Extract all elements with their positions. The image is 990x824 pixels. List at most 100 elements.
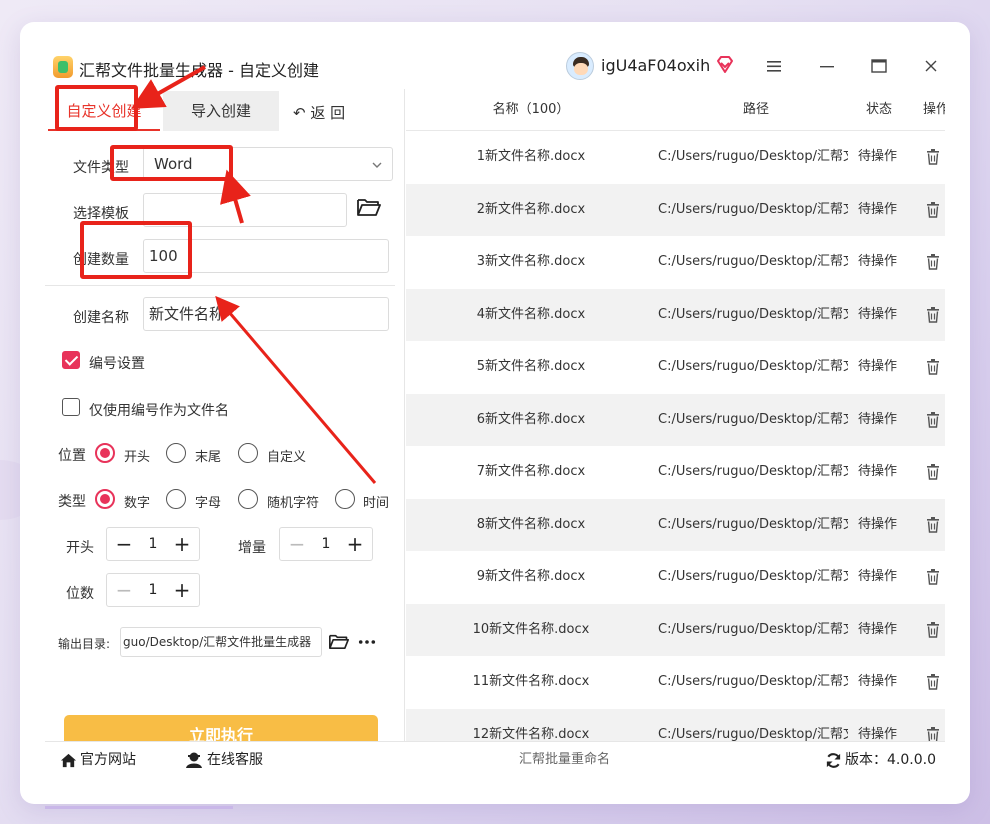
file-path-cell: C:/Users/ruguo/Desktop/汇帮文 [658, 411, 848, 427]
col-status-header[interactable]: 状态 [856, 89, 902, 131]
bottom-accent-bar [45, 806, 233, 809]
start-plus-button[interactable]: + [167, 528, 197, 560]
tab-import-create[interactable]: 导入创建 [163, 91, 279, 131]
type-radio-letter[interactable] [166, 489, 186, 509]
avatar-icon[interactable] [566, 52, 594, 80]
digits-value[interactable]: 1 [137, 574, 169, 606]
version-label: 版本：4.0.0.0 [845, 752, 936, 768]
window-title: 汇帮文件批量生成器 - 自定义创建 [79, 61, 319, 80]
start-minus-button[interactable]: − [109, 528, 139, 560]
file-name-cell: 7新文件名称.docx [476, 464, 586, 479]
table-row[interactable]: 4新文件名称.docx C:/Users/ruguo/Desktop/汇帮文 待操作 [406, 288, 945, 341]
support-icon[interactable] [185, 751, 203, 769]
col-action-header[interactable]: 操作 [916, 89, 945, 131]
file-path-cell: C:/Users/ruguo/Desktop/汇帮文 [658, 201, 848, 217]
start-value[interactable]: 1 [137, 528, 169, 560]
table-row[interactable]: 12新文件名称.docx C:/Users/ruguo/Desktop/汇帮文 待操… [406, 708, 945, 742]
file-path-cell: C:/Users/ruguo/Desktop/汇帮文 [658, 149, 848, 164]
type-radio-time[interactable] [335, 489, 355, 509]
digits-stepper[interactable]: − 1 + [106, 573, 200, 607]
digits-label: 位数 [66, 586, 94, 602]
trash-icon[interactable] [926, 516, 940, 533]
file-path-cell: C:/Users/ruguo/Desktop/汇帮文 [658, 726, 848, 742]
type-option-time: 时间 [363, 496, 390, 511]
trash-icon[interactable] [926, 254, 940, 270]
status-cell: 待操作 [858, 254, 898, 269]
trash-icon[interactable] [926, 674, 940, 690]
menu-icon[interactable] [765, 57, 783, 75]
website-link[interactable]: 官方网站 [80, 742, 136, 777]
output-label: 输出目录: [58, 637, 111, 651]
file-path-cell: C:/Users/ruguo/Desktop/汇帮文 [658, 674, 848, 689]
file-path-cell: C:/Users/ruguo/Desktop/汇帮文 [658, 516, 848, 532]
table-header: 名称（100） 路径 状态 操作 [406, 89, 945, 131]
support-link[interactable]: 在线客服 [207, 742, 263, 777]
annotation-box-filetype [110, 145, 233, 181]
table-row[interactable]: 9新文件名称.docx C:/Users/ruguo/Desktop/汇帮文 待操作 [406, 551, 945, 603]
settings-panel: 自定义创建 导入创建 ↶ 返 回 文件类型 Word 选择模板 创建数量 100… [45, 89, 405, 757]
type-radio-random[interactable] [238, 489, 258, 509]
start-label: 开头 [66, 540, 94, 556]
vip-diamond-icon[interactable] [715, 55, 735, 75]
start-stepper[interactable]: − 1 + [106, 527, 200, 561]
table-row[interactable]: 8新文件名称.docx C:/Users/ruguo/Desktop/汇帮文 待操作 [406, 498, 945, 551]
table-row[interactable]: 11新文件名称.docx C:/Users/ruguo/Desktop/汇帮文 待操… [406, 656, 945, 708]
increment-minus-button[interactable]: − [282, 528, 312, 560]
status-cell: 待操作 [858, 621, 898, 637]
status-cell: 待操作 [858, 411, 898, 427]
status-cell: 待操作 [858, 569, 898, 584]
file-name-cell: 5新文件名称.docx [476, 359, 586, 374]
table-row[interactable]: 6新文件名称.docx C:/Users/ruguo/Desktop/汇帮文 待操作 [406, 393, 945, 446]
more-icon[interactable] [358, 639, 376, 645]
increment-stepper[interactable]: − 1 + [279, 527, 373, 561]
folder-icon[interactable] [357, 197, 381, 217]
home-icon[interactable] [60, 752, 77, 769]
table-row[interactable]: 7新文件名称.docx C:/Users/ruguo/Desktop/汇帮文 待操作 [406, 446, 945, 498]
trash-icon[interactable] [926, 464, 940, 480]
output-path-input[interactable]: guo/Desktop/汇帮文件批量生成器 [120, 627, 322, 657]
position-option-start: 开头 [124, 450, 151, 465]
name-input[interactable]: 新文件名称 [143, 297, 389, 331]
status-cell: 待操作 [858, 359, 898, 374]
file-name-cell: 12新文件名称.docx [472, 726, 590, 742]
close-icon[interactable] [922, 57, 940, 75]
file-name-cell: 8新文件名称.docx [476, 516, 586, 532]
back-button[interactable]: ↶ 返 回 [293, 102, 345, 123]
col-name-header[interactable]: 名称（100） [466, 89, 596, 131]
folder-icon[interactable] [329, 633, 349, 650]
position-radio-start[interactable] [95, 443, 115, 463]
trash-icon[interactable] [926, 569, 940, 585]
minimize-icon[interactable] [818, 57, 836, 75]
table-row[interactable]: 5新文件名称.docx C:/Users/ruguo/Desktop/汇帮文 待操作 [406, 341, 945, 393]
trash-icon[interactable] [926, 411, 940, 428]
table-row[interactable]: 3新文件名称.docx C:/Users/ruguo/Desktop/汇帮文 待操作 [406, 236, 945, 288]
position-option-custom: 自定义 [267, 450, 307, 465]
trash-icon[interactable] [926, 726, 940, 742]
type-option-letter: 字母 [195, 496, 222, 511]
trash-icon[interactable] [926, 306, 940, 323]
table-row[interactable]: 10新文件名称.docx C:/Users/ruguo/Desktop/汇帮文 待操… [406, 603, 945, 656]
digits-minus-button[interactable]: − [109, 574, 139, 606]
table-row[interactable]: 1新文件名称.docx C:/Users/ruguo/Desktop/汇帮文 待操作 [406, 131, 945, 183]
position-radio-end[interactable] [166, 443, 186, 463]
increment-plus-button[interactable]: + [340, 528, 370, 560]
maximize-icon[interactable] [870, 57, 888, 75]
only-number-checkbox[interactable] [62, 398, 80, 416]
file-name-cell: 10新文件名称.docx [472, 621, 590, 637]
username[interactable]: igU4aF04oxih [601, 56, 710, 75]
increment-value[interactable]: 1 [310, 528, 342, 560]
digits-plus-button[interactable]: + [167, 574, 197, 606]
numbering-checkbox[interactable] [62, 351, 80, 369]
trash-icon[interactable] [926, 201, 940, 218]
refresh-icon[interactable] [825, 752, 842, 769]
position-radio-custom[interactable] [238, 443, 258, 463]
file-path-cell: C:/Users/ruguo/Desktop/汇帮文 [658, 569, 848, 584]
type-radio-number[interactable] [95, 489, 115, 509]
trash-icon[interactable] [926, 621, 940, 638]
table-row[interactable]: 2新文件名称.docx C:/Users/ruguo/Desktop/汇帮文 待操作 [406, 183, 945, 236]
trash-icon[interactable] [926, 359, 940, 375]
col-path-header[interactable]: 路径 [706, 89, 806, 131]
file-name-cell: 9新文件名称.docx [476, 569, 586, 584]
trash-icon[interactable] [926, 149, 940, 165]
numbering-label: 编号设置 [89, 356, 145, 372]
